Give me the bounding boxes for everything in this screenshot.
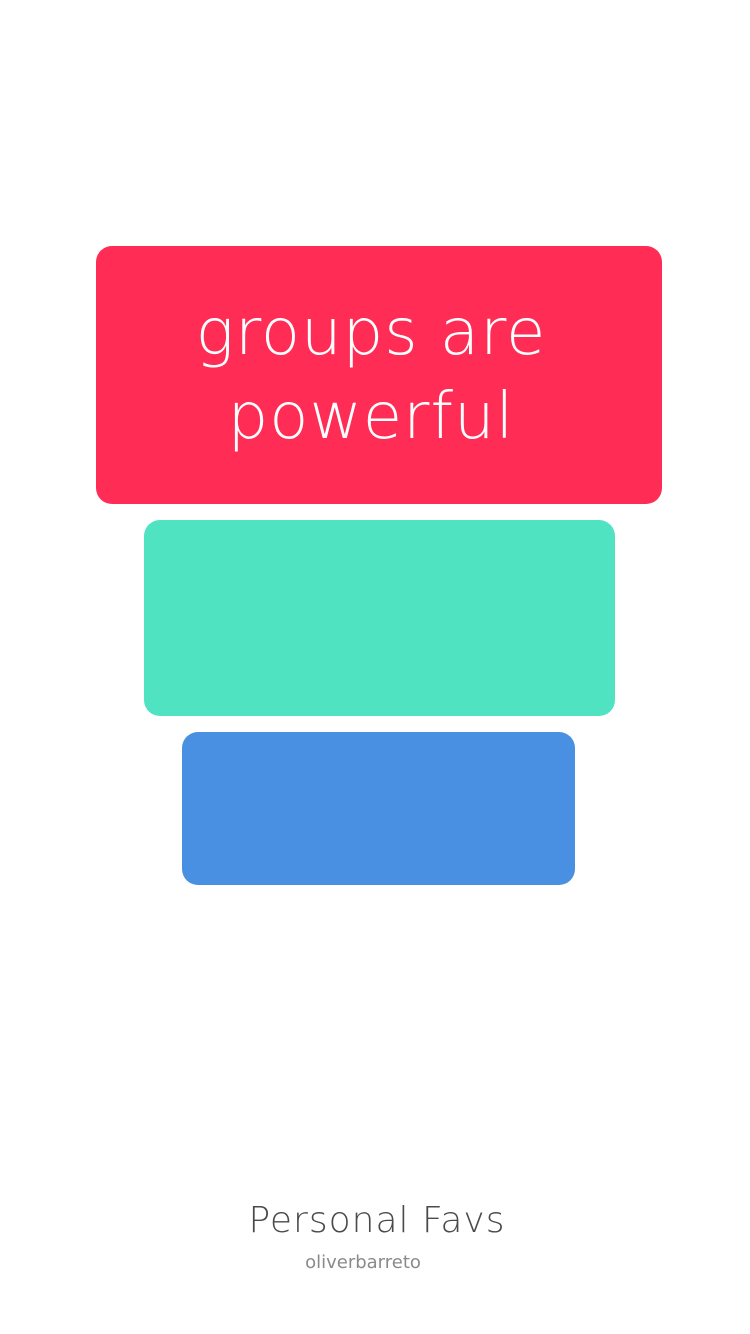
group-card-primary[interactable]: groups are powerful xyxy=(96,246,662,504)
headline-line-2: powerful xyxy=(227,380,515,454)
card-headline: groups are powerful xyxy=(161,291,581,459)
group-card-tertiary[interactable] xyxy=(182,732,575,885)
headline-line-1: groups are xyxy=(195,296,547,370)
app-title: Personal Favs xyxy=(248,1200,506,1241)
author-name: oliverbarreto xyxy=(305,1252,421,1273)
group-card-secondary[interactable] xyxy=(144,520,615,716)
